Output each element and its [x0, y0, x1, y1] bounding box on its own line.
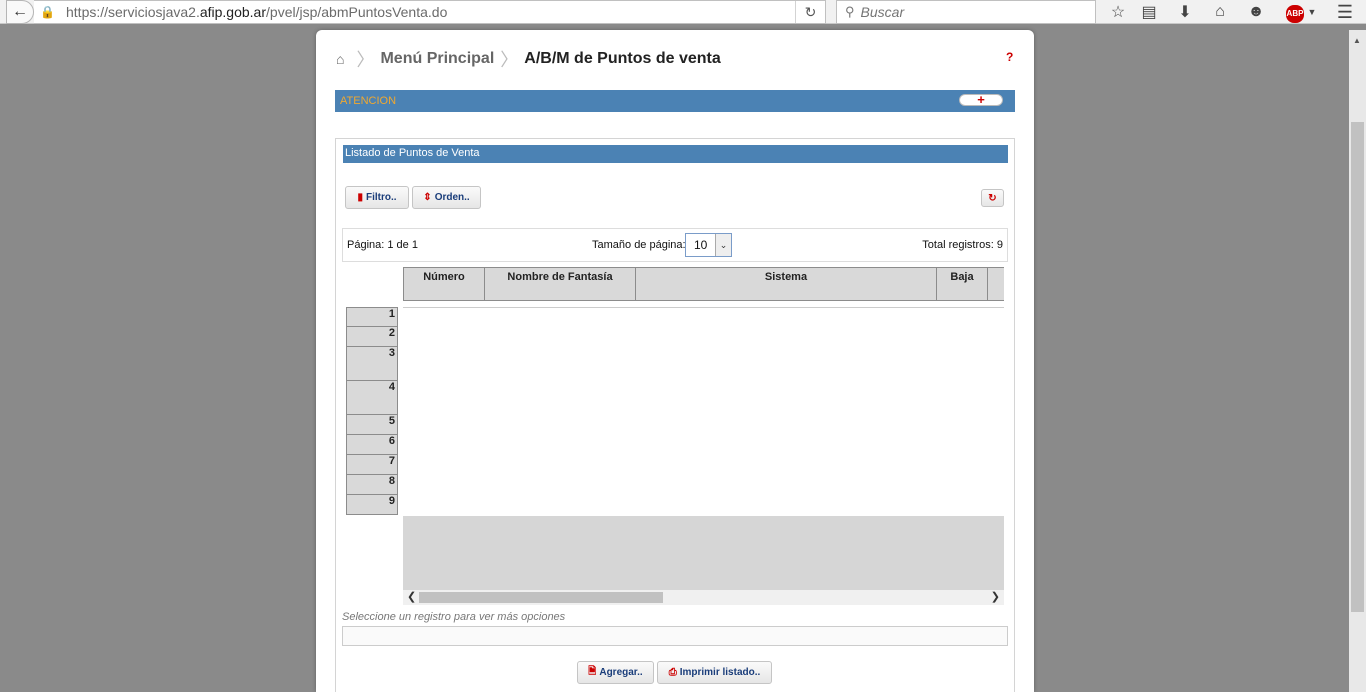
back-button[interactable]: ←	[6, 0, 34, 24]
records-grid: Número Nombre de Fantasía Sistema Baja ❮…	[403, 267, 1004, 607]
grid-body[interactable]	[403, 307, 1004, 516]
grid-empty-area	[403, 516, 1004, 590]
lock-icon: 🔒	[40, 5, 55, 19]
breadcrumb-separator-icon: 〉	[356, 50, 375, 70]
document-icon: 🗎	[588, 666, 597, 677]
url-path: /pvel/jsp/abmPuntosVenta.do	[266, 4, 448, 20]
row-number[interactable]: 2	[346, 327, 398, 347]
add-button-label: Agregar..	[599, 667, 643, 678]
print-button-label: Imprimir listado..	[679, 667, 761, 678]
grid-horizontal-scrollbar[interactable]: ❮ ❯	[403, 590, 1004, 605]
filter-button-label: Filtro..	[365, 192, 397, 203]
total-records: Total registros: 9	[922, 239, 1003, 251]
breadcrumb-menu-principal[interactable]: Menú Principal	[380, 50, 494, 68]
dropdown-arrow-icon[interactable]: ▼	[1300, 0, 1324, 24]
page-size-select[interactable]: 10 ⌄	[685, 233, 732, 257]
refresh-icon: ↻	[988, 192, 997, 204]
row-number[interactable]: 3	[346, 347, 398, 381]
column-header-sistema[interactable]: Sistema	[636, 267, 937, 301]
row-number[interactable]: 4	[346, 381, 398, 415]
bookmark-star-icon[interactable]: ☆	[1106, 0, 1130, 24]
reload-icon: ↻	[804, 3, 817, 20]
grid-scrollbar-thumb[interactable]	[419, 592, 663, 603]
url-prefix: https://serviciosjava2.	[66, 4, 200, 20]
order-button[interactable]: ⇕ Orden..	[412, 186, 481, 209]
row-number[interactable]: 9	[346, 495, 398, 515]
column-header-nombre-fantasia[interactable]: Nombre de Fantasía	[485, 267, 636, 301]
page-title: A/B/M de Puntos de venta	[524, 50, 721, 67]
add-button[interactable]: 🗎 Agregar..	[577, 661, 654, 684]
row-number[interactable]: 8	[346, 475, 398, 495]
page-indicator: Página: 1 de 1	[347, 239, 418, 251]
url-bar[interactable]: 🔒 https://serviciosjava2.afip.gob.ar/pve…	[34, 0, 826, 24]
listado-title: Listado de Puntos de Venta	[343, 145, 1008, 163]
scroll-up-icon[interactable]: ▲	[1353, 36, 1361, 45]
reading-list-icon[interactable]: ▤	[1137, 0, 1161, 24]
breadcrumb-separator-icon: 〉	[500, 50, 519, 70]
main-panel: ⌂ 〉 Menú Principal 〉 A/B/M de Puntos de …	[316, 30, 1034, 692]
scroll-right-icon[interactable]: ❯	[991, 590, 1000, 603]
search-input[interactable]	[860, 4, 1081, 20]
column-header-baja[interactable]: Baja	[937, 267, 988, 301]
filter-icon: ▮	[357, 192, 363, 203]
download-icon[interactable]: ⬇	[1173, 0, 1197, 24]
options-box	[342, 626, 1008, 646]
printer-icon: ⎙	[668, 667, 677, 678]
menu-hamburger-icon[interactable]: ☰	[1333, 0, 1357, 24]
filter-button[interactable]: ▮ Filtro..	[345, 186, 409, 209]
chevron-down-icon: ⌄	[715, 234, 731, 256]
page-scrollbar-thumb[interactable]	[1351, 122, 1364, 612]
scroll-left-icon[interactable]: ❮	[407, 590, 416, 603]
refresh-button[interactable]: ↻	[981, 189, 1004, 207]
url-text: https://serviciosjava2.afip.gob.ar/pvel/…	[66, 4, 447, 20]
row-number[interactable]: 1	[346, 307, 398, 327]
page-scrollbar[interactable]: ▲	[1349, 30, 1366, 692]
column-header-numero[interactable]: Número	[403, 267, 485, 301]
search-icon: ⚲	[845, 4, 855, 19]
row-number[interactable]: 6	[346, 435, 398, 455]
search-bar[interactable]: ⚲	[836, 0, 1096, 24]
chat-icon[interactable]: ☻	[1244, 0, 1268, 24]
pager: Página: 1 de 1 Tamaño de página: 10 ⌄ To…	[342, 228, 1008, 262]
home-icon[interactable]: ⌂	[336, 51, 344, 67]
back-arrow-icon: ←	[12, 3, 28, 20]
sort-icon: ⇕	[423, 192, 432, 203]
atencion-expand-button[interactable]: +	[959, 93, 1003, 106]
column-header-extra	[988, 267, 1004, 301]
page-size-label: Tamaño de página:	[592, 239, 686, 251]
atencion-label: ATENCION	[340, 95, 397, 107]
row-number[interactable]: 5	[346, 415, 398, 435]
reload-button[interactable]: ↻	[795, 1, 825, 23]
url-domain: afip.gob.ar	[199, 4, 267, 20]
selection-hint: Seleccione un registro para ver más opci…	[342, 611, 566, 623]
page-size-value: 10	[694, 238, 708, 252]
listado-section: Listado de Puntos de Venta ▮ Filtro.. ⇕ …	[335, 138, 1015, 692]
order-button-label: Orden..	[434, 192, 470, 203]
row-number[interactable]: 7	[346, 455, 398, 475]
breadcrumb: ⌂ 〉 Menú Principal 〉 A/B/M de Puntos de …	[336, 48, 721, 70]
home-button-icon[interactable]: ⌂	[1208, 0, 1232, 24]
browser-toolbar: ← 🔒 https://serviciosjava2.afip.gob.ar/p…	[0, 0, 1366, 24]
print-button[interactable]: ⎙ Imprimir listado..	[657, 661, 772, 684]
atencion-bar: ATENCION +	[335, 90, 1015, 112]
help-link[interactable]: ?	[1006, 50, 1013, 64]
